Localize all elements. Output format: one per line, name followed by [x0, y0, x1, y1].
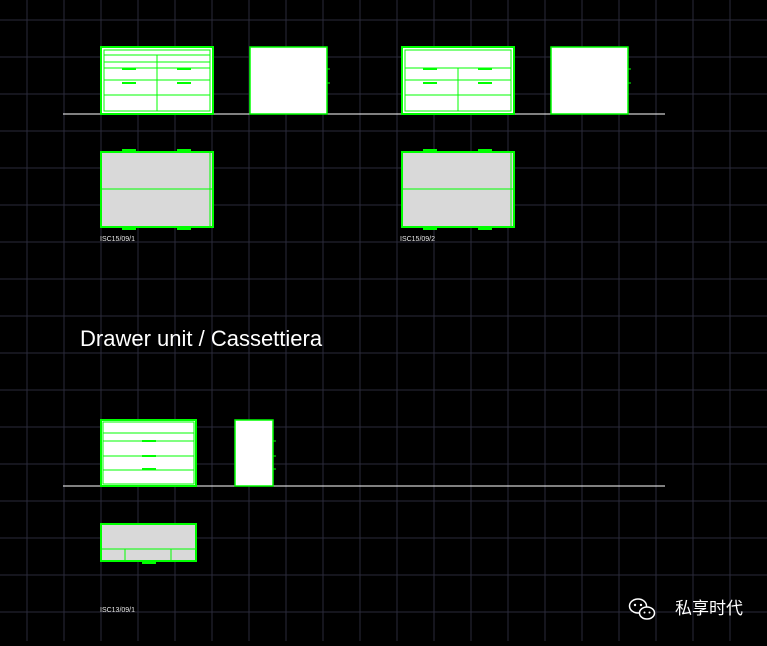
unit-a-plan: [100, 149, 214, 230]
drawing-svg: [0, 0, 767, 641]
watermark: 私享时代: [643, 594, 743, 619]
unit-a-front-elevation: [100, 46, 214, 115]
unit-b-side-elevation: [550, 46, 631, 115]
unit-c-front-elevation: [100, 419, 197, 487]
unit-b-plan: [401, 149, 515, 230]
unit-c-side-elevation: [234, 419, 276, 487]
drawing-title: Drawer unit / Cassettiera: [80, 326, 323, 351]
unit-c-plan: [100, 523, 197, 564]
drawing-code-label: ISC15/09/1: [100, 236, 136, 243]
cad-drawing: ISC15/09/1 ISC15/09/2 ISC13/09/1 Drawer …: [0, 0, 767, 641]
unit-b-front-elevation: [401, 46, 515, 115]
watermark-text: 私享时代: [675, 599, 743, 619]
drawing-code-label: ISC13/09/1: [100, 607, 136, 614]
drawing-code-label: ISC15/09/2: [400, 236, 436, 243]
unit-a-side-elevation: [249, 46, 330, 115]
